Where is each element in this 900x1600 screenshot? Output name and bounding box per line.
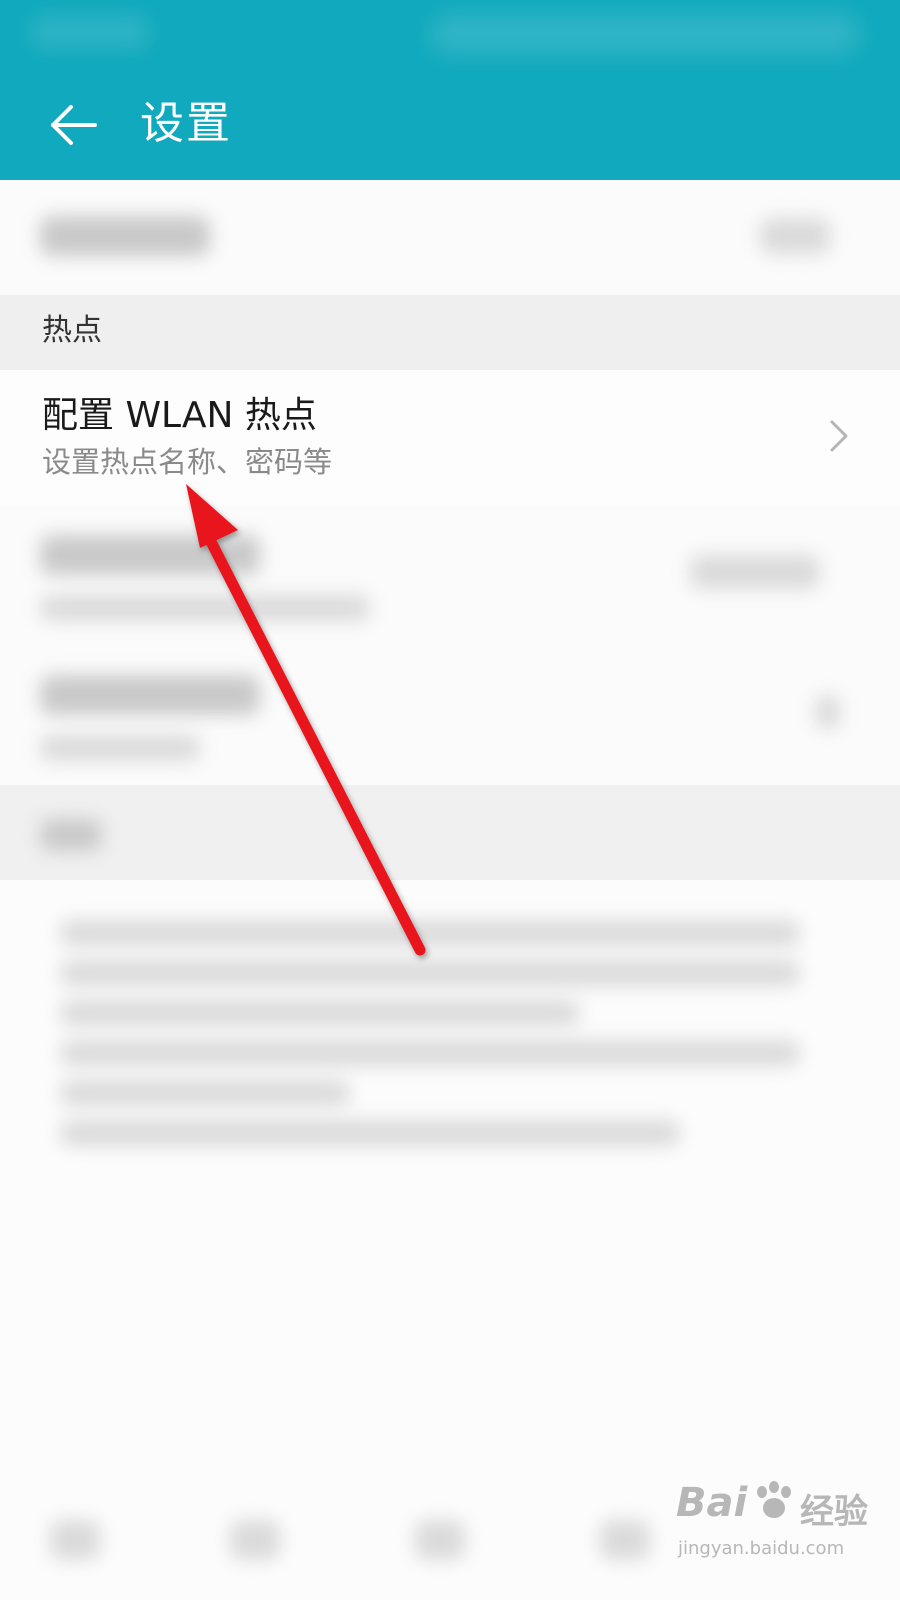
back-arrow-icon <box>51 105 97 145</box>
page-title: 设置 <box>140 98 232 149</box>
nav-item[interactable] <box>415 1520 465 1560</box>
watermark-logo: Bai 经验 jingyan.baidu.com <box>676 1470 876 1580</box>
app-bar: 设置 <box>0 70 900 180</box>
back-button[interactable] <box>38 90 108 160</box>
status-bar-left-blurred <box>30 14 150 50</box>
blurred-setting-row[interactable] <box>0 180 900 295</box>
chevron-right-icon <box>830 420 848 452</box>
paw-icon <box>757 1481 791 1518</box>
section-header-blurred <box>0 785 900 880</box>
nav-item[interactable] <box>50 1520 100 1560</box>
settings-content: 热点 配置 WLAN 热点 设置热点名称、密码等 <box>0 180 900 1600</box>
nav-item[interactable] <box>230 1520 280 1560</box>
watermark-brand-left: Bai <box>676 1480 748 1526</box>
status-bar <box>0 0 900 70</box>
blurred-setting-row[interactable] <box>0 645 900 785</box>
wlan-item-title: 配置 WLAN 热点 <box>42 395 317 436</box>
blurred-setting-row[interactable] <box>0 505 900 645</box>
wlan-item-subtitle: 设置热点名称、密码等 <box>42 445 333 479</box>
watermark-brand-right: 经验 <box>800 1492 868 1532</box>
section-title: 热点 <box>42 313 102 348</box>
nav-item[interactable] <box>600 1520 650 1560</box>
section-header-hotspot: 热点 <box>0 295 900 370</box>
configure-wlan-hotspot-item[interactable]: 配置 WLAN 热点 设置热点名称、密码等 <box>0 370 900 505</box>
watermark-url: jingyan.baidu.com <box>678 1538 845 1559</box>
blurred-description <box>0 880 900 1220</box>
status-bar-right-blurred <box>430 14 860 54</box>
